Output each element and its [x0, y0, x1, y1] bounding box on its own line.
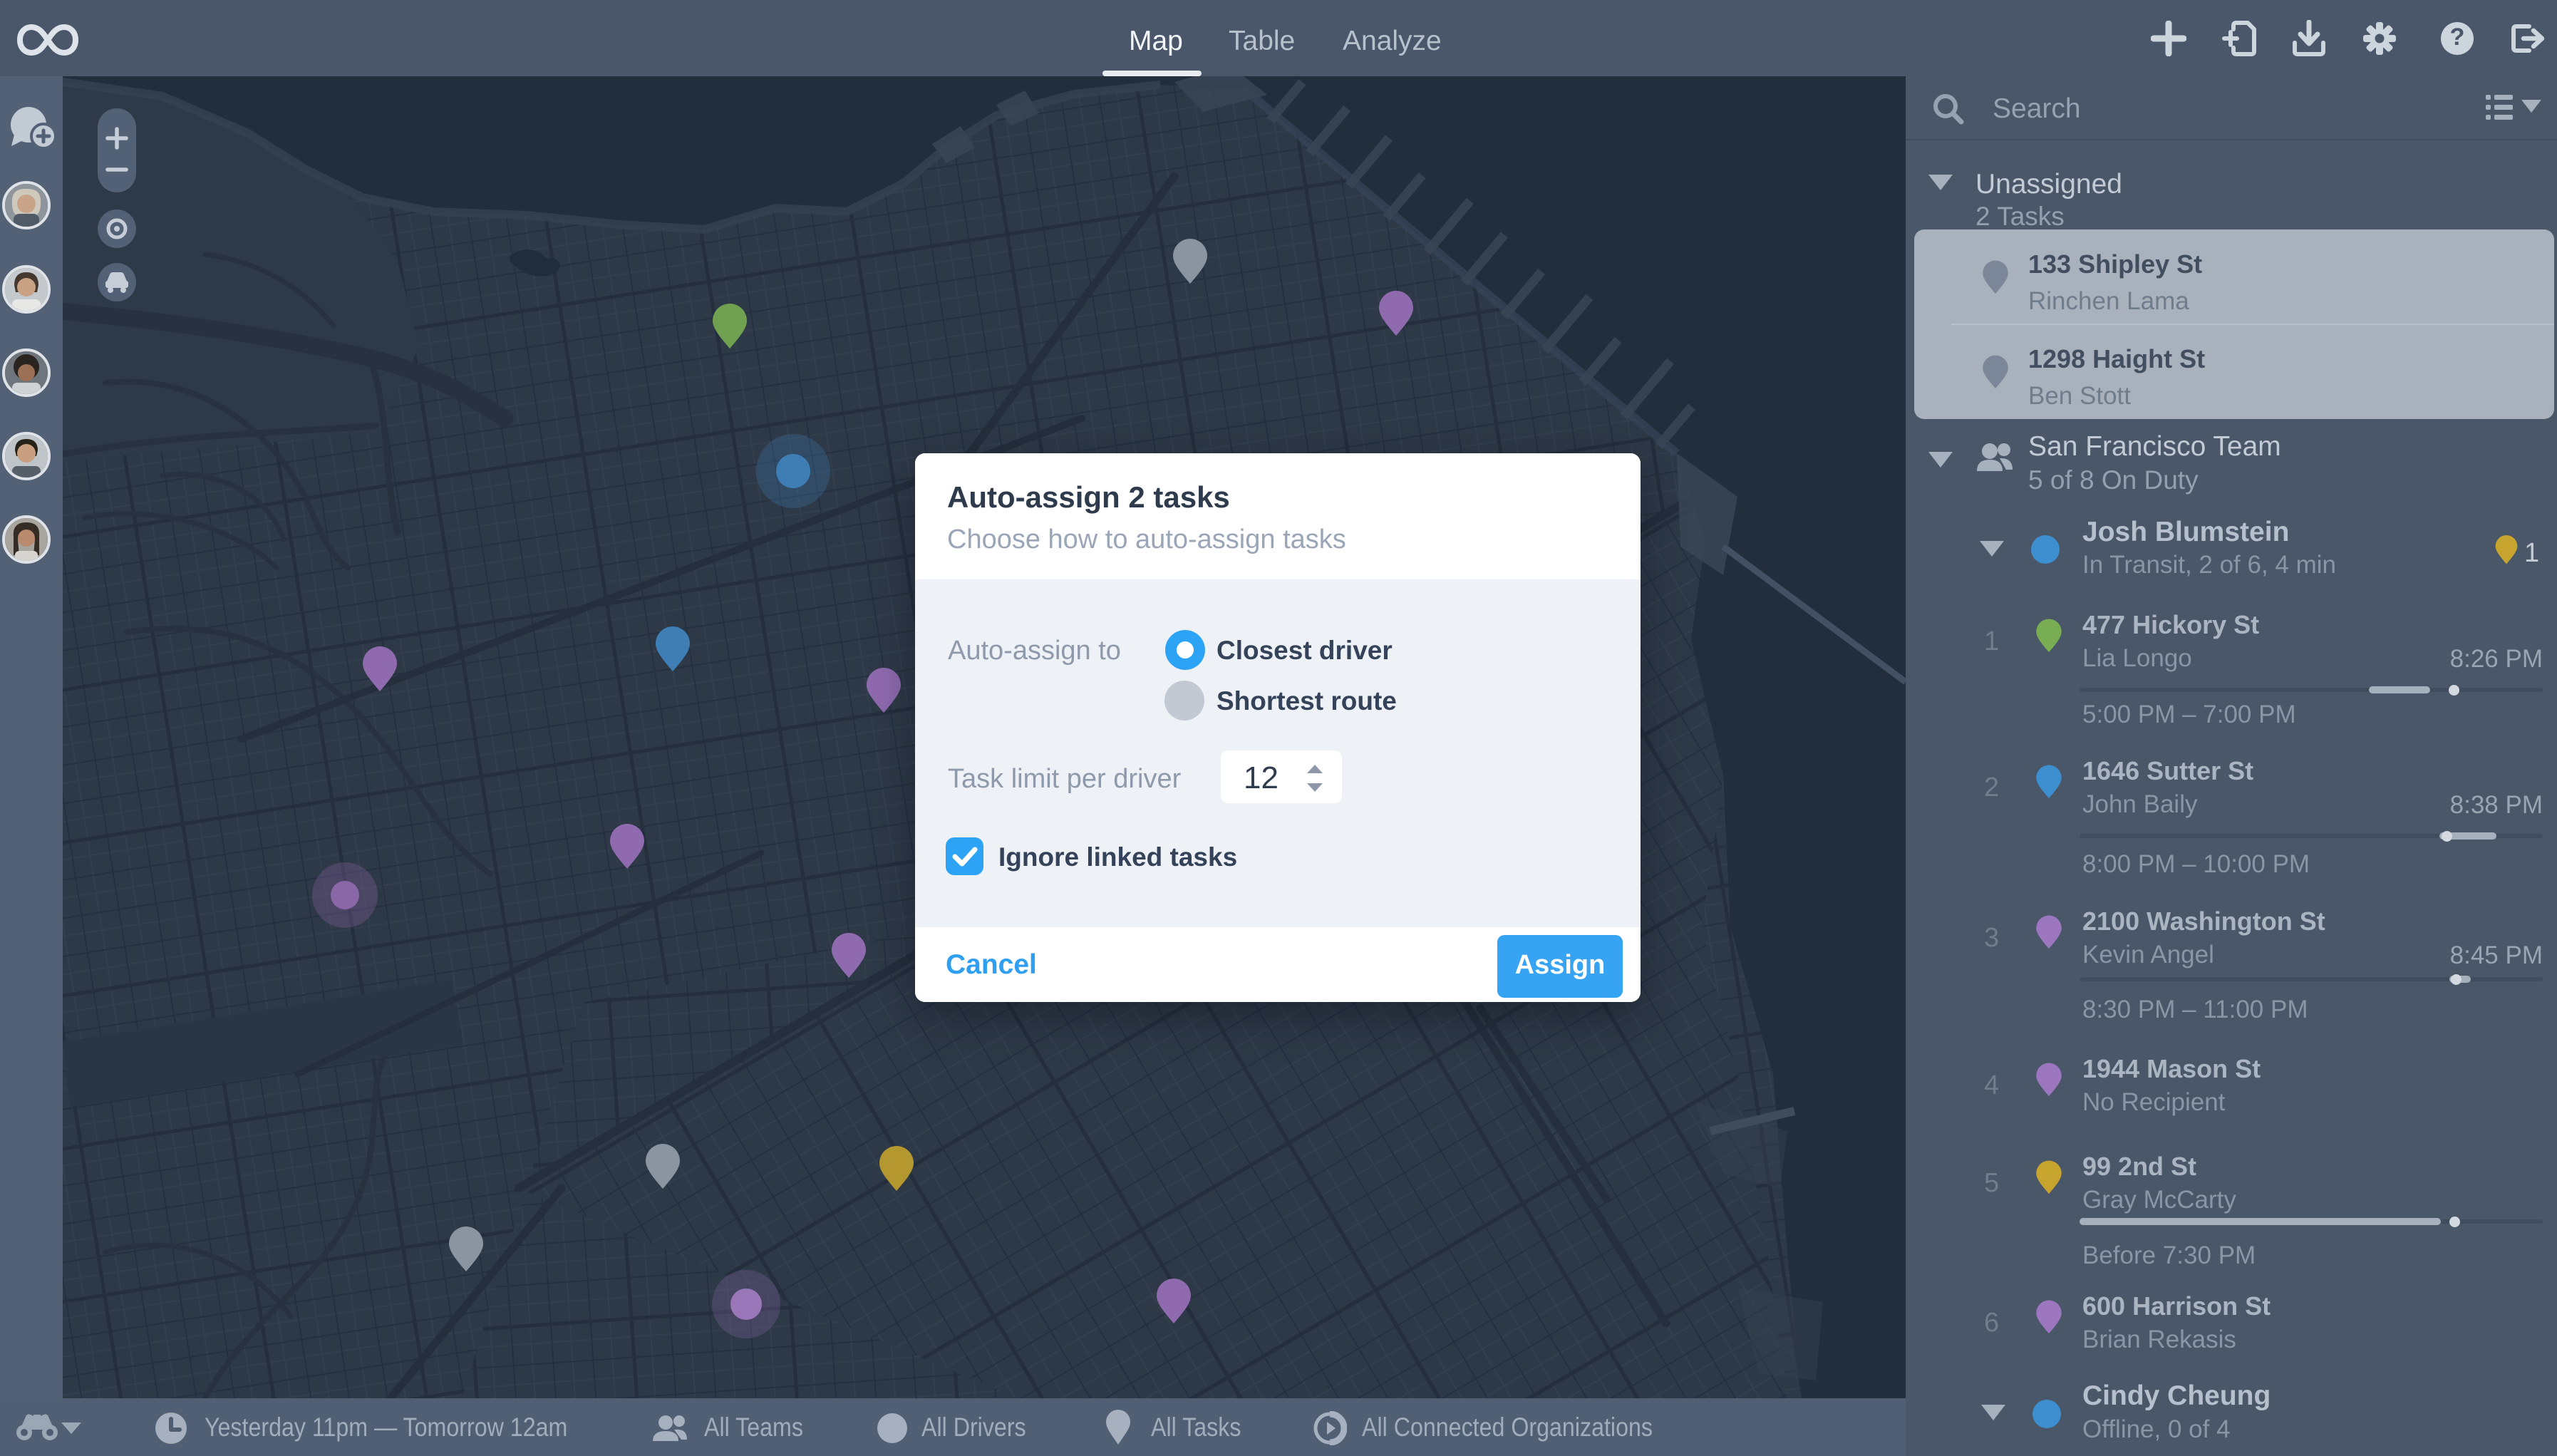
- svg-text:?: ?: [2450, 24, 2465, 51]
